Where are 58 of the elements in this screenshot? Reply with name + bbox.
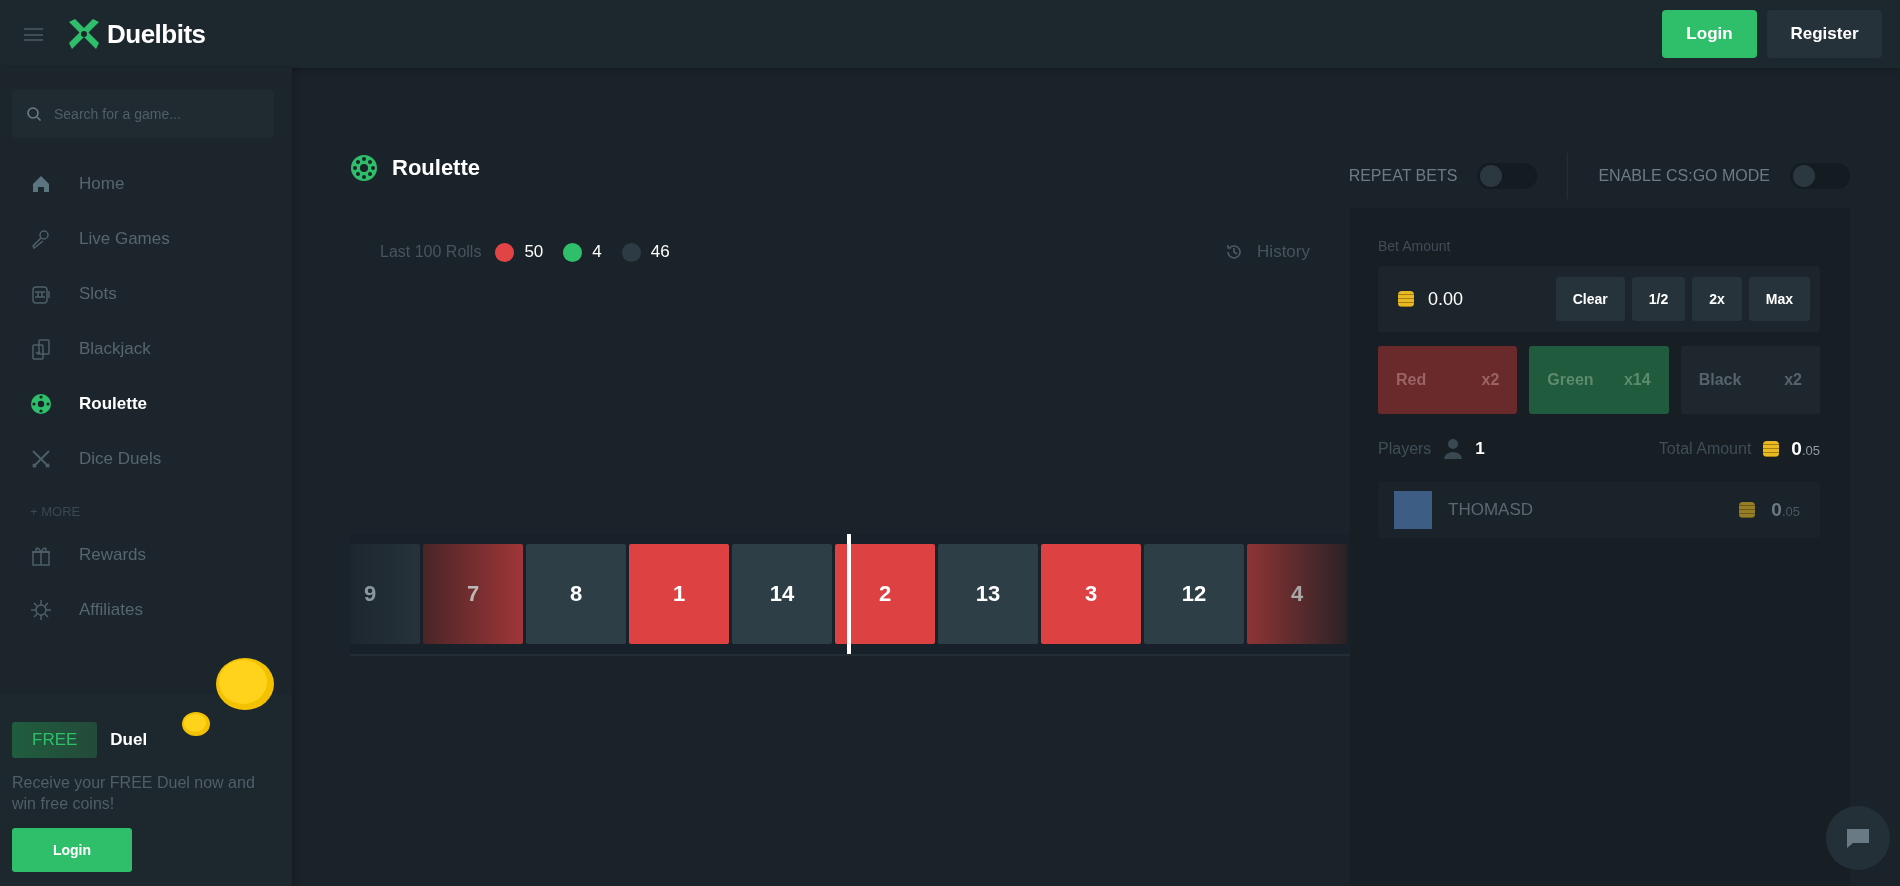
login-button[interactable]: Login	[1662, 10, 1757, 58]
sidebar-item[interactable]: Slots	[0, 266, 292, 321]
amount-button[interactable]: 1/2	[1631, 277, 1686, 321]
swords-icon	[30, 447, 52, 470]
login-button[interactable]: Login	[12, 828, 132, 872]
sidebar-item[interactable]: Affiliates	[0, 582, 292, 637]
promo-title: Duel	[110, 730, 148, 750]
color-bet-button[interactable]: Green x14	[1529, 346, 1669, 414]
chat-icon	[1845, 827, 1871, 849]
sidebar-item[interactable]: Roulette	[0, 376, 292, 431]
color-bet-button[interactable]: Black x2	[1680, 346, 1820, 414]
free-badge: FREE	[12, 722, 98, 758]
bet-amount-field[interactable]: 0.00 Clear 1/2 2x Max	[1378, 266, 1820, 332]
toggle-label: REPEAT BETS	[1348, 167, 1458, 185]
sidebar-item[interactable]: Blackjack	[0, 321, 292, 376]
roll-count: 46	[650, 242, 670, 262]
toggle-switch[interactable]	[1790, 163, 1850, 189]
toggle-label: ENABLE CS:GO MODE	[1598, 167, 1770, 185]
players-count: 1	[1475, 439, 1485, 459]
player-name: THOMASD	[1448, 500, 1533, 520]
register-button[interactable]: Register	[1767, 10, 1882, 58]
amount-button[interactable]: Max	[1748, 277, 1810, 321]
roll-count: 50	[524, 242, 544, 262]
roulette-tile: 8	[526, 544, 626, 644]
roulette-tile: 13	[938, 544, 1038, 644]
roulette-tile: 3	[1041, 544, 1141, 644]
logo-icon	[67, 18, 101, 50]
total-amount-value: 0.05	[1791, 438, 1820, 460]
user-icon	[1443, 438, 1464, 460]
coins-icon	[1739, 502, 1756, 518]
page-title: Roulette	[392, 155, 480, 181]
roulette-tile: 7	[423, 544, 523, 644]
sidebar-item[interactable]: Rewards	[0, 527, 292, 582]
coins-icon	[1763, 441, 1780, 457]
sidebar-item[interactable]: Dice Duels	[0, 431, 292, 486]
roulette-tile: 14	[732, 544, 832, 644]
roulette-tile: 9	[350, 544, 420, 644]
roulette-wheel-icon	[30, 392, 52, 415]
color-bet-button[interactable]: Red x2	[1378, 346, 1518, 414]
sidebar-item[interactable]: Home	[0, 156, 292, 211]
search-icon	[26, 106, 42, 122]
avatar-placeholder	[1394, 491, 1432, 529]
promo-text: Receive your FREE Duel now and win free coins!	[12, 773, 256, 814]
roll-count: 4	[592, 242, 602, 262]
history-icon	[1225, 243, 1244, 261]
logo-text[interactable]: Duelbits	[107, 18, 206, 50]
menu-icon[interactable]	[24, 27, 43, 41]
cards-icon	[30, 337, 52, 360]
roulette-tile: 1	[629, 544, 729, 644]
amount-button[interactable]: 2x	[1692, 277, 1742, 321]
amount-button[interactable]: Clear	[1555, 277, 1625, 321]
sidebar-item[interactable]: Live Games	[0, 211, 292, 266]
roulette-tile: 12	[1144, 544, 1244, 644]
roulette-tile: 2	[835, 544, 935, 644]
roulette-tile: 4	[1247, 544, 1347, 644]
toggle-switch[interactable]	[1477, 163, 1538, 189]
roulette-wheel-icon	[350, 154, 378, 182]
coins-icon	[1398, 291, 1414, 307]
